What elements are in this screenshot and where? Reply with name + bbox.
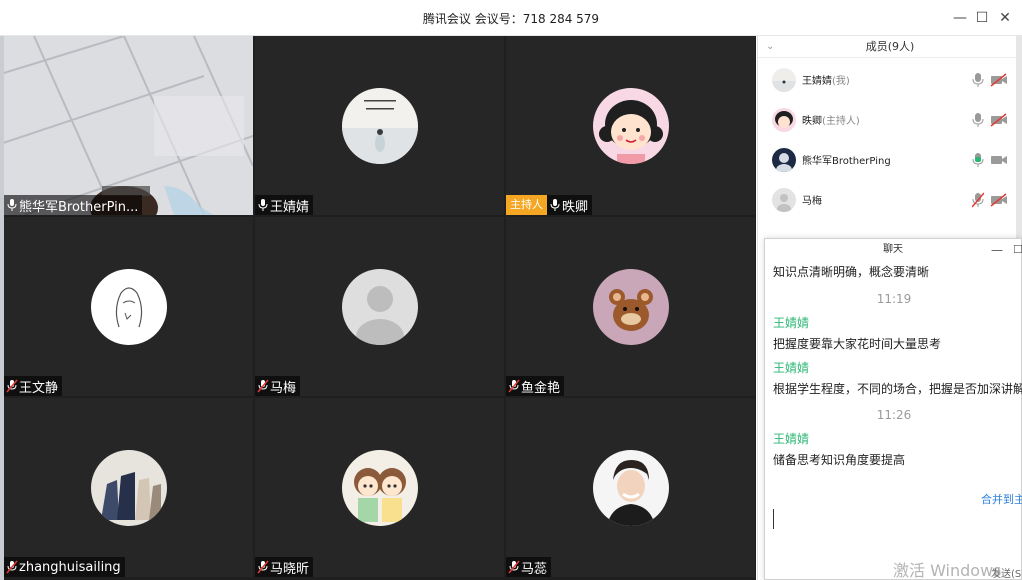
participant-name: 马蕊 <box>521 561 548 577</box>
microphone-active-icon[interactable] <box>972 152 984 172</box>
participant-avatar <box>90 268 167 345</box>
chat-timestamp: 11:19 <box>876 292 912 306</box>
participant-name-tag: 熊华军BrotherPin... <box>4 195 143 215</box>
microphone-muted-icon <box>257 560 269 574</box>
member-name: 马梅 <box>802 196 822 207</box>
microphone-muted-icon[interactable] <box>971 192 985 212</box>
participant-name: 王婧婧 <box>270 199 310 215</box>
video-tile[interactable]: 鱼金艳 <box>506 217 755 396</box>
member-item[interactable]: 昳卿(主持人) <box>758 100 1013 140</box>
video-tile[interactable]: 熊华军BrotherPin... <box>4 36 253 215</box>
chat-sender: 王婧婧 <box>773 316 810 330</box>
participant-name: 王文静 <box>19 380 59 396</box>
title-bar: 腾讯会议 会议号：718 284 579 — ☐ ✕ <box>0 0 1022 36</box>
participant-name-tag: 马梅 <box>255 376 301 396</box>
activate-windows-watermark: 激活 Windows <box>893 561 1002 580</box>
video-tile[interactable]: 王婧婧 <box>255 36 504 215</box>
member-role: (主持人) <box>822 116 860 127</box>
close-button[interactable]: ✕ <box>995 8 1015 28</box>
participant-name-tag: 王文静 <box>4 376 63 396</box>
microphone-icon[interactable] <box>972 72 984 92</box>
members-header[interactable]: ⌄ 成员(9人) <box>758 36 1022 58</box>
member-avatar <box>772 68 796 92</box>
member-avatar <box>772 108 796 132</box>
video-tile[interactable]: 王文静 <box>4 217 253 396</box>
camera-feed <box>4 36 253 215</box>
microphone-icon <box>549 198 561 212</box>
chat-message-text: 储备思考知识角度要提高 <box>773 453 906 467</box>
participant-name-tag: zhanghuisailing <box>4 557 125 577</box>
member-item[interactable]: 熊华军BrotherPing <box>758 140 1013 180</box>
participant-name-tag: 王婧婧 <box>255 195 314 215</box>
member-item[interactable]: 马梅 <box>758 180 1013 220</box>
chat-input[interactable] <box>773 505 1015 535</box>
chat-sender: 王婧婧 <box>773 361 810 375</box>
video-tile[interactable]: 主持人 昳卿 <box>506 36 755 215</box>
minimize-button[interactable]: — <box>950 8 970 28</box>
participant-name-tag: 马晓昕 <box>255 557 314 577</box>
camera-icon[interactable] <box>990 152 1008 171</box>
chat-message-text: 把握度要靠大家花时间大量思考 <box>773 337 942 351</box>
participant-name: 熊华军BrotherPin... <box>19 199 139 215</box>
member-name: 昳卿 <box>802 116 822 127</box>
microphone-muted-icon <box>6 379 18 393</box>
chat-window: 聊天 — ☐ 知识点清晰明确，概念要清晰 11:19 王婧婧 把握度要靠大家花时… <box>764 238 1022 580</box>
participant-name-tag: 马蕊 <box>506 557 552 577</box>
microphone-muted-icon <box>508 560 520 574</box>
host-badge: 主持人 <box>506 195 547 215</box>
member-name: 王婧婧 <box>802 76 832 87</box>
video-tile[interactable]: 马梅 <box>255 217 504 396</box>
video-tile[interactable]: 马蕊 <box>506 398 755 577</box>
member-avatar <box>772 148 796 172</box>
microphone-muted-icon <box>6 560 18 574</box>
window-title: 腾讯会议 会议号：718 284 579 <box>422 12 600 26</box>
video-grid: 熊华军BrotherPin... 王婧婧 主持人 昳卿 王文静 马梅 鱼金艳 z… <box>4 36 756 580</box>
participant-avatar <box>592 268 669 345</box>
chat-sender: 王婧婧 <box>773 432 810 446</box>
chat-messages: 知识点清晰明确，概念要清晰 11:19 王婧婧 把握度要靠大家花时间大量思考 王… <box>765 261 1022 491</box>
text-caret <box>773 509 774 529</box>
chat-title-bar: 聊天 — ☐ <box>765 239 1022 261</box>
participant-name: 马梅 <box>270 380 297 396</box>
send-button[interactable]: 发送(S <box>991 565 1021 580</box>
video-tile[interactable]: zhanghuisailing <box>4 398 253 577</box>
participant-avatar <box>592 449 669 526</box>
microphone-muted-icon <box>508 379 520 393</box>
participant-avatar <box>341 268 418 345</box>
participant-avatar <box>341 449 418 526</box>
participant-avatar <box>90 449 167 526</box>
member-avatar <box>772 188 796 212</box>
chat-maximize-button[interactable]: ☐ <box>1013 239 1022 261</box>
camera-off-icon[interactable] <box>990 72 1008 91</box>
chat-message-text: 知识点清晰明确，概念要清晰 <box>773 265 930 279</box>
video-tile[interactable]: 马晓昕 <box>255 398 504 577</box>
chat-timestamp: 11:26 <box>876 408 912 422</box>
participant-name-tag: 鱼金艳 <box>506 376 565 396</box>
meeting-window: 腾讯会议 会议号：718 284 579 — ☐ ✕ 熊华军BrotherPin… <box>0 0 1022 580</box>
chevron-down-icon[interactable]: ⌄ <box>766 36 774 58</box>
member-role: (我) <box>832 76 850 87</box>
chat-minimize-button[interactable]: — <box>991 239 1003 261</box>
participant-name: 鱼金艳 <box>521 380 561 396</box>
microphone-icon[interactable] <box>972 112 984 132</box>
participant-name: zhanghuisailing <box>19 559 121 575</box>
member-name: 熊华军BrotherPing <box>802 156 891 167</box>
maximize-button[interactable]: ☐ <box>972 8 992 28</box>
microphone-muted-icon <box>257 379 269 393</box>
members-count: 成员(9人) <box>865 40 915 53</box>
participant-name-tag: 主持人 昳卿 <box>506 195 593 215</box>
participant-name: 马晓昕 <box>270 561 310 577</box>
chat-title: 聊天 <box>883 244 903 255</box>
microphone-icon <box>257 198 269 212</box>
participant-avatar <box>341 87 418 164</box>
chat-message-text: 根据学生程度，不同的场合，把握是否加深讲解内 <box>773 382 1022 396</box>
member-item[interactable]: 王婧婧(我) <box>758 60 1013 100</box>
participant-name: 昳卿 <box>562 199 589 215</box>
participant-avatar <box>592 87 669 164</box>
microphone-icon <box>6 198 18 212</box>
camera-off-icon[interactable] <box>990 112 1008 131</box>
camera-off-icon[interactable] <box>990 192 1008 211</box>
